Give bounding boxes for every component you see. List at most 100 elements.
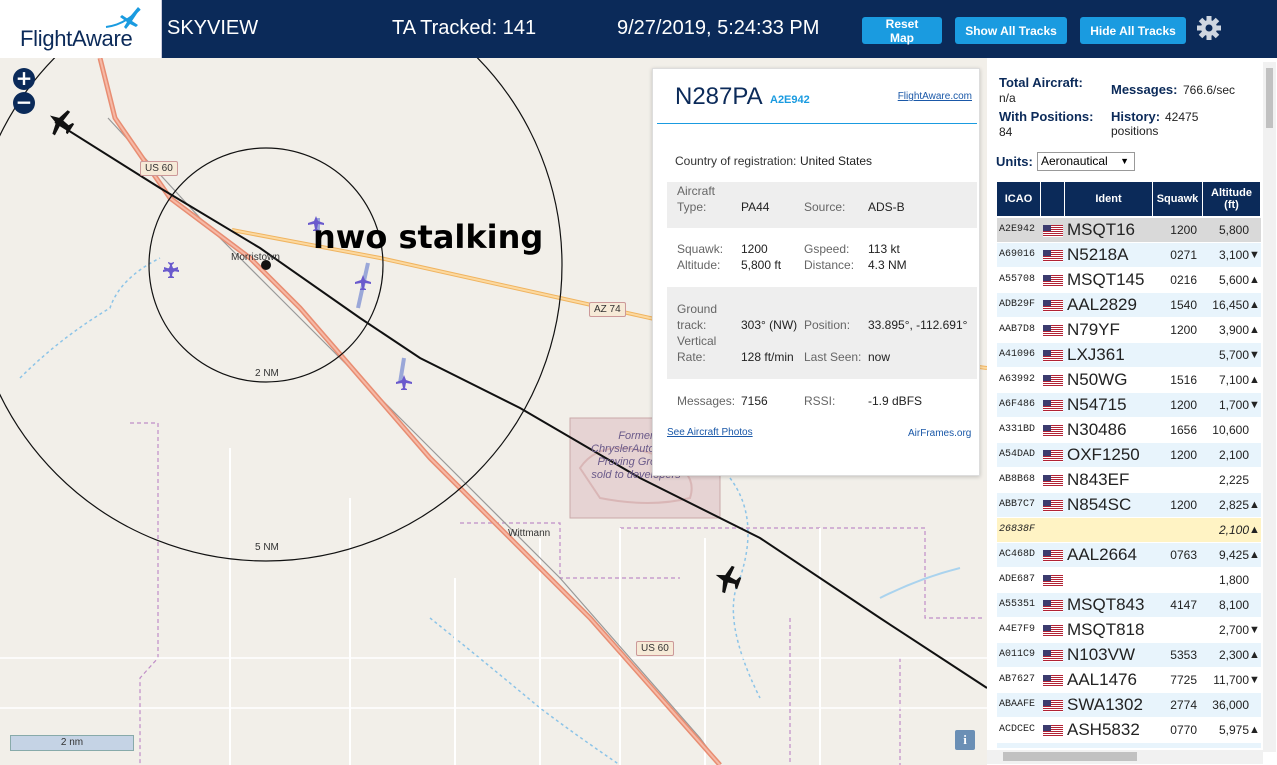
gspeed-value: 113 kt [868,242,900,256]
zoom-out-button[interactable]: − [13,92,35,114]
col-squawk[interactable]: Squawk [1153,182,1203,216]
us-flag-icon [1043,350,1063,362]
us-flag-icon [1043,475,1063,487]
row-icao: AB7627 [999,674,1036,685]
table-row[interactable]: AB8B68 N843EF 2,225 [997,468,1261,493]
row-icao: A55708 [999,274,1036,285]
row-altitude: 16,450 [1212,298,1249,312]
history-value: 42475 positions [1111,110,1199,138]
us-flag-icon [1043,725,1063,737]
boundary-line [130,422,159,765]
canal-line [879,567,961,599]
flightaware-link[interactable]: FlightAware.com [898,91,972,102]
table-row[interactable]: ADE687 1,800 [997,568,1261,593]
airframes-link[interactable]: AirFrames.org [908,428,971,439]
col-ident[interactable]: Ident [1065,182,1153,216]
rssi-value: -1.9 dBFS [868,394,923,408]
table-row[interactable]: A011C9 N103VW 5353 2,300 ▲ [997,643,1261,668]
row-altitude: 2,300 [1218,648,1249,662]
row-ident: N854SC [1067,495,1132,514]
row-altitude: 2,700 [1218,623,1249,637]
flightaware-logo[interactable]: FlightAware [0,0,162,58]
row-altitude: 36,000 [1212,698,1249,712]
row-squawk: 1607 [1155,743,1197,748]
us-flag-icon [1043,625,1063,637]
table-row[interactable]: AAB7D8 N79YF 1200 3,900 ▲ [997,318,1261,343]
top-bar: FlightAware SKYVIEW TA Tracked: 141 9/27… [0,0,1277,58]
boundary-line [460,522,680,579]
aircraft-type-label: Aircraft Type: [677,184,716,214]
gspeed-label: Gspeed: [804,242,850,256]
gear-icon[interactable] [1195,14,1223,42]
row-ident: SKW3048 [1067,743,1144,748]
row-squawk: 0763 [1170,548,1197,562]
total-aircraft-value: n/a [999,91,1016,105]
vertical-scrollbar[interactable] [1263,62,1276,752]
creek-line [19,257,161,379]
row-icao: A69016 [999,249,1036,260]
reset-map-button[interactable]: Reset Map [862,17,942,45]
units-select[interactable]: Aeronautical ▼ [1037,152,1135,171]
row-squawk: 7725 [1170,673,1197,687]
table-row[interactable]: ABAAFE SWA1302 2774 36,000 [997,693,1261,718]
zoom-in-button[interactable]: + [13,68,35,90]
table-row[interactable]: A41096 LXJ361 5,700 ▼ [997,343,1261,368]
last-seen-label: Last Seen: [804,350,862,364]
table-row[interactable]: 26838F 2,100 ▲ [997,518,1261,543]
with-positions-value: 84 [999,125,1013,139]
aircraft-photos-link[interactable]: See Aircraft Photos [667,427,753,438]
table-row[interactable]: A63992 N50WG 1516 7,100 ▲ [997,368,1261,393]
row-ident: AAL2664 [1067,545,1137,564]
table-row[interactable]: ADB29F AAL2829 1540 16,450 ▲ [997,293,1261,318]
row-ident: N843EF [1067,470,1130,489]
table-row[interactable]: A55708 MSQT145 0216 5,600 ▲ [997,268,1261,293]
row-icao: ABB7C7 [999,499,1036,510]
aircraft-type-value: PA44 [741,200,770,214]
table-row[interactable]: ACDCEC ASH5832 0770 5,975 ▲ [997,718,1261,743]
col-altitude[interactable]: Altitude (ft) [1203,182,1261,216]
row-trend-icon: ▼ [1249,249,1260,261]
hide-all-tracks-button[interactable]: Hide All Tracks [1080,17,1186,44]
row-squawk [1155,468,1197,492]
logo-plane-icon [105,7,141,29]
datetime: 9/27/2019, 5:24:33 PM [617,17,820,39]
tracked-count: TA Tracked: 141 [392,17,537,39]
info-icon[interactable]: i [955,730,975,750]
row-squawk [1155,568,1197,592]
scrollbar-thumb[interactable] [1266,68,1273,128]
us-flag-icon [1043,650,1063,662]
detail-icao: A2E942 [770,94,810,106]
table-row[interactable]: A69016 N5218A 0271 3,100 ▼ [997,243,1261,268]
table-row[interactable]: A6F486 N54715 1200 1,700 ▼ [997,393,1261,418]
row-ident: N30486 [1067,420,1127,439]
horizontal-scrollbar-thumb[interactable] [1003,752,1137,761]
row-squawk: 0271 [1170,248,1197,262]
row-squawk: 1200 [1170,223,1197,237]
us-flag-icon [1043,500,1063,512]
row-ident: AAL2829 [1067,295,1137,314]
row-ident: MSQT843 [1067,595,1145,614]
table-row[interactable]: AB7627 AAL1476 7725 11,700 ▼ [997,668,1261,693]
row-altitude: 7,100 [1218,373,1249,387]
table-row[interactable]: A331BD N30486 1656 10,600 [997,418,1261,443]
table-row[interactable]: ABB7C7 N854SC 1200 2,825 ▲ [997,493,1261,518]
show-all-tracks-button[interactable]: Show All Tracks [955,17,1067,44]
row-icao: AC468D [999,549,1036,560]
table-row[interactable]: A4E7F9 MSQT818 2,700 ▼ [997,618,1261,643]
table-row[interactable]: A54DAD OXF1250 1200 2,100 [997,443,1261,468]
col-icao[interactable]: ICAO [997,182,1041,216]
row-icao: A54DAD [999,449,1036,460]
table-row[interactable]: AC468D AAL2664 0763 9,425 ▲ [997,543,1261,568]
row-trend-icon: ▲ [1249,724,1260,736]
us60-shield: US 60 [636,641,674,656]
table-row[interactable]: AC9A13 SKW3048 160722,100▲ [997,743,1261,748]
total-aircraft-label: Total Aircraft: [999,75,1083,90]
row-squawk: 5353 [1170,648,1197,662]
row-ident: OXF1250 [1067,445,1140,464]
table-row[interactable]: A2E942 MSQT16 1200 5,800 [997,218,1261,243]
table-row[interactable]: A55351 MSQT843 4147 8,100 [997,593,1261,618]
row-ident: MSQT145 [1067,270,1145,289]
row-altitude: 11,700 [1213,673,1249,687]
range-label-2nm: 2 NM [255,368,279,379]
row-icao: A63992 [999,374,1036,385]
